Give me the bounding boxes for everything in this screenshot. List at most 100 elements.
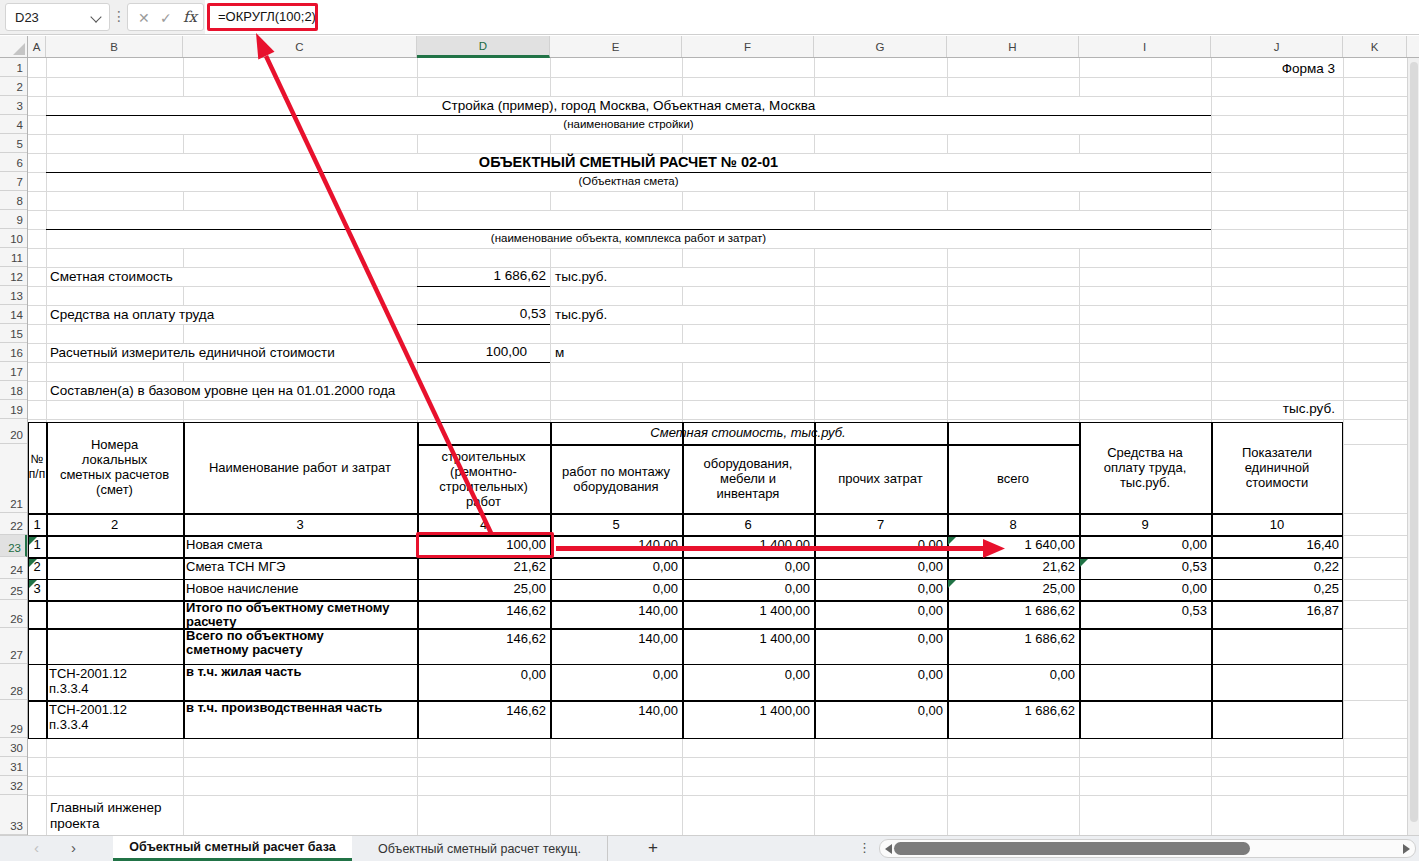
construction-line: Стройка (пример), город Москва, Объектна… — [46, 96, 1211, 115]
error-marker-icon — [29, 559, 37, 567]
error-marker-icon — [29, 537, 37, 545]
cell-name: Всего по объектному сметному расчету — [183, 628, 417, 664]
tabs-scroll-left-icon[interactable]: ‹ — [34, 839, 39, 856]
cell-name: в т.ч. жилая часть — [183, 664, 417, 701]
sheet-tab-1[interactable]: Объектный сметный расчет текущ. — [352, 836, 608, 861]
cell-value: 0,00 — [682, 579, 814, 601]
tabs-scroll-right-icon[interactable]: › — [71, 839, 76, 856]
cell-unit: 16,40 — [1211, 535, 1343, 557]
th-cost-sub: строительных (ремонтно- строительных) ра… — [417, 444, 550, 513]
gridline-h — [28, 362, 1407, 363]
cell-value: 0,00 — [814, 664, 947, 682]
cell-value: 140,00 — [550, 628, 682, 646]
error-marker-icon — [1080, 559, 1088, 567]
cell-value: 0,00 — [550, 557, 682, 579]
cell-value: 0,00 — [814, 600, 947, 618]
cell-value: 0,00 — [814, 535, 947, 557]
error-marker-icon — [29, 580, 37, 588]
object-note: (наименование объекта, комплекса работ и… — [46, 230, 1211, 247]
value-underline — [417, 286, 550, 288]
th-cost-sub: прочих затрат — [814, 444, 947, 513]
cell-value: 25,00 — [417, 579, 550, 601]
gridline-h — [1343, 628, 1407, 629]
gridline-h — [28, 248, 1407, 249]
cell-unit: 0,22 — [1211, 557, 1343, 579]
field-label: Расчетный измеритель единичной стоимости — [50, 343, 410, 362]
col-number: 6 — [682, 513, 814, 535]
cell-local: ТСН-2001.12 п.3.3.4 — [46, 702, 183, 738]
field-value: 1 686,62 — [417, 267, 550, 285]
construction-note: (наименование стройки) — [46, 116, 1211, 133]
cell-value: 25,00 — [947, 579, 1079, 601]
doc-subtitle: (Объектная смета) — [46, 173, 1211, 190]
value-underline — [417, 362, 550, 364]
cell-value: 146,62 — [417, 628, 550, 646]
cell-value: 0,00 — [417, 664, 550, 682]
sheet-tab-0[interactable]: Объектный сметный расчет база — [113, 836, 352, 861]
excel-window: D23 ⋮ ✕ ✓ fx =ОКРУГЛ(100;2) ABCDEFGHIJK … — [0, 0, 1419, 861]
cell-labor: 0,00 — [1079, 535, 1211, 557]
gridline-h — [1343, 513, 1407, 514]
currency-note: тыс.руб. — [1211, 400, 1339, 418]
cell-value: 140,00 — [550, 535, 682, 557]
gridline-h — [1343, 579, 1407, 580]
th-cost-sub: оборудования, мебели и инвентаря — [682, 444, 814, 513]
cell-name: Новая смета — [183, 535, 417, 557]
error-marker-icon — [948, 580, 956, 588]
gridline-h — [1343, 700, 1407, 701]
gridline-h — [1343, 600, 1407, 601]
field-unit: м — [555, 343, 755, 362]
cell-value: 1 686,62 — [947, 600, 1079, 618]
field-value: 0,53 — [417, 305, 550, 323]
field-unit: тыс.руб. — [555, 267, 755, 286]
gridline-h — [28, 134, 1407, 135]
gridline-h — [28, 419, 1407, 420]
gridline-h — [28, 795, 1407, 796]
vertical-scrollbar[interactable] — [1407, 58, 1419, 835]
cell-local: ТСН-2001.12 п.3.3.4 — [46, 666, 183, 701]
cell-name: в т.ч. производственная часть — [183, 700, 417, 738]
cell-value: 0,00 — [682, 557, 814, 579]
cell-value: 146,62 — [417, 600, 550, 618]
scroll-right-icon[interactable] — [1403, 844, 1410, 854]
th-name: Наименование работ и затрат — [183, 422, 417, 514]
col-number: 2 — [46, 513, 183, 535]
col-number: 5 — [550, 513, 682, 535]
cell-value: 0,00 — [814, 579, 947, 601]
gridline-h — [1343, 557, 1407, 558]
gridline-h — [28, 286, 1407, 287]
cell-value: 0,00 — [947, 664, 1079, 682]
tabbar-dots-icon[interactable]: ⋮ — [858, 840, 871, 855]
field-label: Сметная стоимость — [50, 267, 410, 286]
cell-value: 21,62 — [417, 557, 550, 579]
cell-labor: 0,53 — [1079, 600, 1211, 618]
cell-unit: 0,25 — [1211, 579, 1343, 601]
horizontal-scrollbar[interactable] — [879, 839, 1416, 858]
cell-value: 1 400,00 — [682, 535, 814, 557]
cell-labor: 0,00 — [1079, 579, 1211, 601]
signature: Главный инженер проекта — [50, 800, 250, 834]
form-label: Форма 3 — [1211, 60, 1339, 77]
th-cost-sub: всего — [947, 444, 1079, 513]
gridline-h — [28, 757, 1407, 758]
vertical-scrollbar-thumb[interactable] — [1410, 62, 1418, 822]
col-number: 3 — [183, 513, 417, 535]
th-labor: Средства на оплату труда, тыс.руб. — [1079, 422, 1211, 514]
base-note: Составлен(а) в базовом уровне цен на 01.… — [50, 381, 650, 400]
cell-value: 1 686,62 — [947, 628, 1079, 646]
add-sheet-button[interactable]: + — [648, 838, 658, 858]
gridline-v — [1343, 58, 1344, 835]
cell-name: Новое начисление — [183, 579, 417, 601]
gridline-h — [1343, 738, 1407, 739]
col-number: 7 — [814, 513, 947, 535]
scroll-left-icon[interactable] — [885, 844, 892, 854]
gridline-h — [28, 77, 1407, 78]
field-unit: тыс.руб. — [555, 305, 755, 324]
cell-value: 146,62 — [417, 700, 550, 718]
cell-value: 0,00 — [550, 664, 682, 682]
cell-value: 1 400,00 — [682, 700, 814, 718]
cell-value: 0,00 — [814, 557, 947, 579]
horizontal-scrollbar-thumb[interactable] — [894, 842, 1250, 855]
cell-value: 140,00 — [550, 600, 682, 618]
cell-value: 1 640,00 — [947, 535, 1079, 557]
